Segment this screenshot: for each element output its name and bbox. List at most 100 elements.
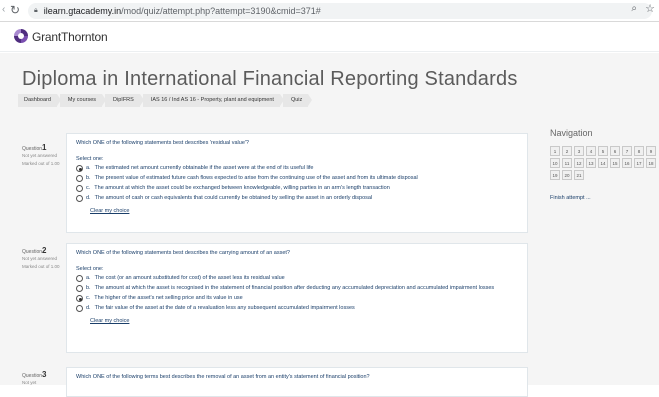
zoom-icon[interactable]: ⌕ [631, 3, 637, 14]
breadcrumb-ias16[interactable]: IAS 16 / Ind AS 16 - Property, plant and… [142, 94, 285, 107]
breadcrumb-my-courses[interactable]: My courses [59, 94, 107, 107]
address-bar[interactable]: 🔒︎ ilearn.gtacademy.in/mod/quiz/attempt.… [28, 3, 652, 19]
reload-icon[interactable]: ↻ [10, 3, 20, 17]
radio-button[interactable] [76, 185, 83, 192]
nav-question-button[interactable]: 13 [586, 158, 596, 168]
quiz-navigation-title: Navigation [550, 128, 593, 138]
answer-option[interactable]: c. The amount at which the asset could be… [76, 185, 518, 192]
url-path: /mod/quiz/attempt.php?attempt=3190&cmid=… [121, 6, 321, 16]
question-mark: Marked out of 1.00 [22, 264, 60, 269]
bookmark-star-icon[interactable]: ☆ [645, 2, 655, 15]
option-text[interactable]: The higher of the asset's net selling pr… [94, 295, 242, 302]
radio-button[interactable] [76, 305, 83, 312]
option-letter: c. [86, 185, 91, 191]
option-letter: c. [86, 295, 91, 301]
answer-option[interactable]: d. The fair value of the asset at the dat… [76, 305, 518, 312]
nav-question-button[interactable]: 12 [574, 158, 584, 168]
nav-question-button[interactable]: 20 [562, 170, 572, 180]
option-letter: b. [86, 175, 91, 181]
answer-option[interactable]: a. The estimated net amount currently obt… [76, 165, 518, 172]
question-state: Not yet answered [22, 153, 58, 158]
nav-question-button[interactable]: 4 [586, 146, 596, 156]
question-text: Which ONE of the following statements be… [76, 140, 249, 146]
url-text: ilearn.gtacademy.in/mod/quiz/attempt.php… [44, 6, 321, 16]
option-letter: b. [86, 285, 91, 291]
option-text[interactable]: The present value of estimated future ca… [95, 175, 418, 182]
question-state: Not yet [22, 380, 37, 385]
nav-question-button[interactable]: 6 [610, 146, 620, 156]
radio-button[interactable] [76, 165, 83, 172]
site-header: GrantThornton [0, 22, 659, 52]
nav-question-button[interactable]: 17 [634, 158, 644, 168]
question-1-info: Question1 Not yet answered Marked out of… [22, 143, 64, 166]
option-text[interactable]: The estimated net amount currently obtai… [95, 165, 314, 172]
breadcrumb-dipifrs[interactable]: DipIFRS [105, 94, 144, 107]
lock-icon: 🔒︎ [34, 7, 38, 14]
question-label: Question [22, 146, 43, 152]
breadcrumb-quiz[interactable]: Quiz [282, 94, 313, 107]
nav-question-button[interactable]: 2 [562, 146, 572, 156]
select-one-label: Select one: [76, 266, 104, 272]
option-text[interactable]: The amount at which the asset could be e… [94, 185, 389, 192]
browser-toolbar: ‹ ↻ 🔒︎ ilearn.gtacademy.in/mod/quiz/atte… [0, 0, 659, 22]
radio-button[interactable] [76, 175, 83, 182]
quiz-navigation-grid: 1 2 3 4 5 6 7 8 9 10 11 12 13 14 15 16 1… [550, 146, 659, 180]
question-label: Question [22, 373, 43, 379]
breadcrumb: Dashboard My courses DipIFRS IAS 16 / In… [18, 94, 313, 107]
nav-question-button[interactable]: 21 [574, 170, 584, 180]
question-number: Question2 [22, 246, 64, 255]
question-number: Question3 [22, 370, 64, 379]
option-text[interactable]: The amount of cash or cash equivalents t… [95, 195, 373, 202]
option-text[interactable]: The amount at which the asset is recogni… [95, 285, 495, 292]
question-1-box: Which ONE of the following statements be… [66, 133, 528, 233]
radio-button[interactable] [76, 275, 83, 282]
option-text[interactable]: The fair value of the asset at the date … [95, 305, 355, 312]
answer-option[interactable]: b. The present value of estimated future … [76, 175, 518, 182]
nav-question-button[interactable]: 1 [550, 146, 560, 156]
radio-button[interactable] [76, 285, 83, 292]
question-number-value: 2 [42, 246, 47, 255]
question-number-value: 3 [42, 370, 47, 379]
nav-question-button[interactable]: 16 [622, 158, 632, 168]
finish-attempt-link[interactable]: Finish attempt ... [550, 195, 591, 201]
nav-question-button[interactable]: 3 [574, 146, 584, 156]
radio-button[interactable] [76, 295, 83, 302]
nav-question-button[interactable]: 10 [550, 158, 560, 168]
option-letter: a. [86, 275, 91, 281]
option-letter: d. [86, 305, 91, 311]
question-text: Which ONE of the following statements be… [76, 250, 290, 256]
option-text[interactable]: The cost (or an amount substituted for c… [95, 275, 285, 282]
nav-question-button[interactable]: 8 [634, 146, 644, 156]
option-letter: d. [86, 195, 91, 201]
answer-option[interactable]: c. The higher of the asset's net selling … [76, 295, 518, 302]
nav-question-button[interactable]: 7 [622, 146, 632, 156]
site-logo-text[interactable]: GrantThornton [32, 30, 108, 44]
nav-question-button[interactable]: 19 [550, 170, 560, 180]
nav-question-button[interactable]: 9 [646, 146, 656, 156]
nav-question-button[interactable]: 11 [562, 158, 572, 168]
question-number: Question1 [22, 143, 64, 152]
question-2-info: Question2 Not yet answered Marked out of… [22, 246, 64, 269]
question-state: Not yet answered [22, 256, 58, 261]
option-letter: a. [86, 165, 91, 171]
question-text: Which ONE of the following terms best de… [76, 374, 370, 380]
radio-button[interactable] [76, 195, 83, 202]
question-2-box: Which ONE of the following statements be… [66, 243, 528, 353]
question-3-info: Question3 Not yet [22, 370, 64, 385]
answer-option[interactable]: d. The amount of cash or cash equivalents… [76, 195, 518, 202]
select-one-label: Select one: [76, 156, 104, 162]
back-arrow-icon[interactable]: ‹ [2, 4, 5, 15]
answer-option[interactable]: b. The amount at which the asset is recog… [76, 285, 518, 292]
nav-question-button[interactable]: 18 [646, 158, 656, 168]
question-number-value: 1 [42, 143, 47, 152]
nav-question-button[interactable]: 14 [598, 158, 608, 168]
answer-option[interactable]: a. The cost (or an amount substituted for… [76, 275, 518, 282]
nav-question-button[interactable]: 5 [598, 146, 608, 156]
breadcrumb-dashboard[interactable]: Dashboard [18, 94, 61, 107]
nav-question-button[interactable]: 15 [610, 158, 620, 168]
clear-choice-link[interactable]: Clear my choice [90, 208, 518, 214]
grant-thornton-logo-icon[interactable] [14, 29, 28, 43]
clear-choice-link[interactable]: Clear my choice [90, 318, 518, 324]
question-label: Question [22, 249, 43, 255]
question-3-box: Which ONE of the following terms best de… [66, 367, 528, 397]
